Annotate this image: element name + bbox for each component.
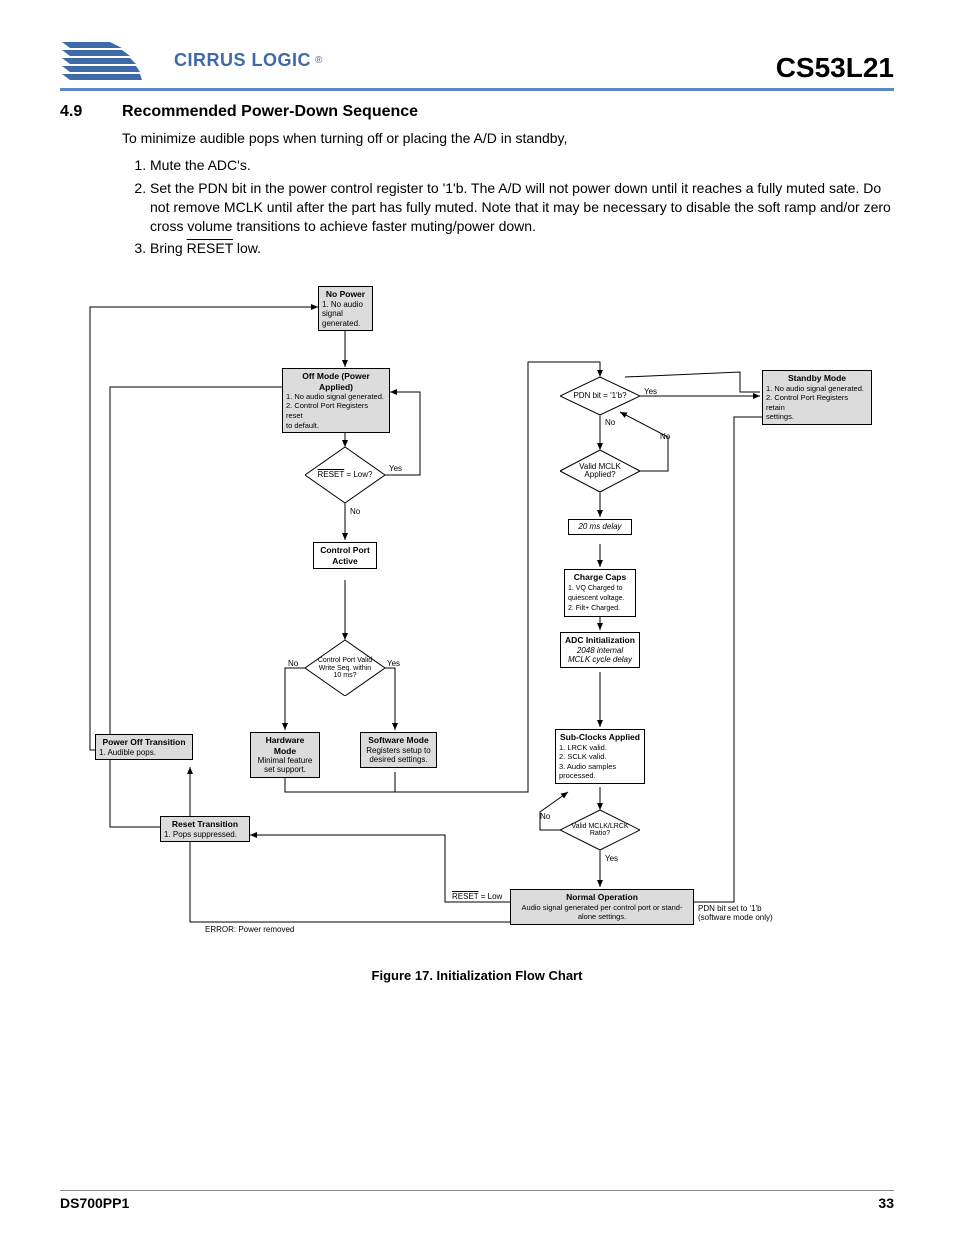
company-logo: CIRRUS LOGIC ® xyxy=(60,36,322,84)
node-reset-transition: Reset Transition 1. Pops suppressed. xyxy=(160,816,250,842)
section-intro: To minimize audible pops when turning of… xyxy=(122,129,894,148)
reg-mark: ® xyxy=(315,55,322,66)
label-yes: Yes xyxy=(389,464,402,473)
node-off-mode: Off Mode (Power Applied) 1. No audio sig… xyxy=(282,368,390,433)
company-name: CIRRUS LOGIC xyxy=(174,50,311,71)
footer-doc-id: DS700PP1 xyxy=(60,1195,129,1211)
label-no: No xyxy=(350,507,360,516)
flowchart-figure: No Power 1. No audio signal generated. O… xyxy=(60,282,894,962)
step-3: Bring RESET low. xyxy=(150,239,894,258)
decision-valid-mclk: Valid MCLK Applied? xyxy=(560,450,640,492)
node-standby-mode: Standby Mode 1. No audio signal generate… xyxy=(762,370,872,425)
node-control-port-active: Control Port Active xyxy=(313,542,377,568)
label-no-3: No xyxy=(605,418,615,427)
label-yes-5: Yes xyxy=(605,854,618,863)
section-title: Recommended Power-Down Sequence xyxy=(122,103,418,121)
node-20ms-delay: 20 ms delay xyxy=(568,519,632,535)
node-sub-clocks: Sub-Clocks Applied 1. LRCK valid. 2. SCL… xyxy=(555,729,645,784)
step-2: Set the PDN bit in the power control reg… xyxy=(150,179,894,236)
label-no-2: No xyxy=(288,659,298,668)
node-power-off-transition: Power Off Transition 1. Audible pops. xyxy=(95,734,193,760)
node-no-power: No Power 1. No audio signal generated. xyxy=(318,286,373,331)
node-adc-init: ADC Initialization 2048 internal MCLK cy… xyxy=(560,632,640,667)
label-yes-2: Yes xyxy=(387,659,400,668)
label-error-power: ERROR: Power removed xyxy=(205,925,294,934)
label-yes-3: Yes xyxy=(644,387,657,396)
label-no-4: No xyxy=(660,432,670,441)
node-sw-mode: Software Mode Registers setup to desired… xyxy=(360,732,437,767)
figure-caption: Figure 17. Initialization Flow Chart xyxy=(60,968,894,983)
label-reset-low: RESET = Low xyxy=(452,892,502,901)
step-1: Mute the ADC's. xyxy=(150,156,894,175)
section-number: 4.9 xyxy=(60,103,100,121)
decision-valid-ratio: Valid MCLK/LRCK Ratio? xyxy=(560,810,640,850)
decision-pdn-bit: PDN bit = '1'b? xyxy=(560,377,640,415)
decision-cp-valid: Control Port Valid Write Seq. within 10 … xyxy=(305,640,385,696)
footer-page-number: 33 xyxy=(878,1195,894,1211)
part-number: CS53L21 xyxy=(776,52,894,84)
label-no-5: No xyxy=(540,812,550,821)
decision-reset-low: RESET = Low? xyxy=(305,447,385,503)
node-hw-mode: Hardware Mode Minimal feature set suppor… xyxy=(250,732,320,778)
label-pdn-set: PDN bit set to '1'b (software mode only) xyxy=(698,904,773,922)
node-normal-operation: Normal Operation Audio signal generated … xyxy=(510,889,694,924)
header-rule xyxy=(60,88,894,91)
node-charge-caps: Charge Caps 1. VQ Charged to quiescent v… xyxy=(564,569,636,616)
